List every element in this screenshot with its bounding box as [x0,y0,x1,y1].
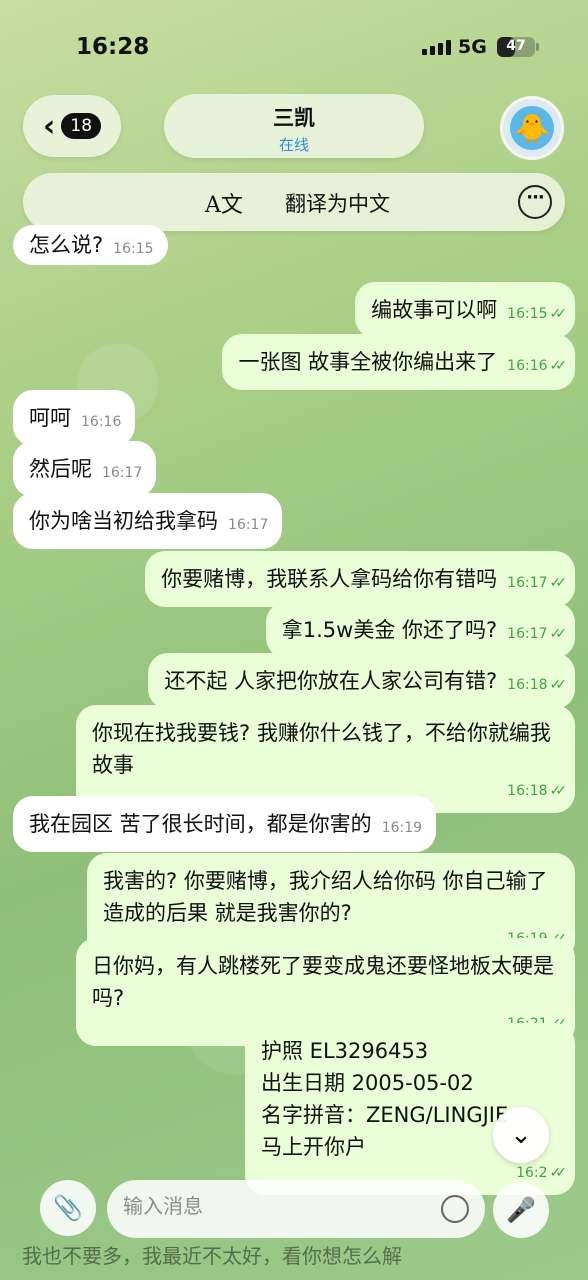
message-outgoing[interactable]: 拿1.5w美金 你还了吗? 16:17 ✓✓ [265,602,575,658]
sticker-icon[interactable] [441,1195,469,1223]
message-text: 你现在找我要钱? 我赚你什么钱了，不给你就编我故事 [92,721,551,777]
message-text: 我害的? 你要赌博，我介绍人给你码 你自己输了造成的后果 就是我害你的? [103,869,548,925]
message-time: 16:19 [381,820,423,836]
message-time: 16:16 [81,414,122,430]
read-checkmarks-icon: ✓✓ [549,575,568,591]
paperclip-icon[interactable]: 📎 [40,1180,96,1236]
message-incoming[interactable]: 你为啥当初给我拿码 16:17 [13,493,283,549]
message-text: 编故事可以啊 [371,298,498,322]
message-text: 然后呢 [29,457,92,481]
message-text: 我在园区 苦了很长时间，都是你害的 [29,812,372,836]
message-text: 拿1.5w美金 你还了吗? [281,618,498,642]
message-outgoing[interactable]: 编故事可以啊 16:15 ✓✓ [355,282,575,338]
message-input[interactable] [123,1194,423,1218]
chat-title[interactable]: 三凯 在线 [164,94,424,158]
message-time: 16:18 [507,783,548,799]
draft-preview: 我也不要多，我最近不太好，看你想怎么解 [22,1244,402,1268]
message-time: 16:16 [507,358,548,374]
message-input-container[interactable] [107,1180,485,1238]
message-incoming[interactable]: 然后呢 16:17 [13,441,157,497]
message-line: 护照 EL3296453 [261,1039,429,1063]
clock: 16:28 [76,34,150,60]
microphone-icon[interactable]: 🎤 [493,1182,549,1238]
translate-label: 翻译为中文 [285,192,390,216]
message-text: 呵呵 [29,406,71,430]
read-checkmarks-icon: ✓✓ [549,677,568,693]
read-checkmarks-icon: ✓✓ [549,783,568,799]
contact-name: 三凯 [273,106,315,130]
battery-tip [536,43,539,51]
message-outgoing[interactable]: 还不起 人家把你放在人家公司有错? 16:18 ✓✓ [148,653,575,709]
message-incoming[interactable]: 怎么说? 16:15 [13,225,168,265]
read-checkmarks-icon: ✓✓ [549,626,568,642]
chevron-left-icon: ‹ [43,108,56,144]
message-outgoing[interactable]: 你要赌博，我联系人拿码给你有错吗 16:17 ✓✓ [145,551,575,607]
contact-status: 在线 [278,136,309,154]
chevron-down-icon[interactable]: ⌄ [493,1107,549,1163]
message-time: 16:18 [507,677,548,693]
read-checkmarks-icon: ✓✓ [549,1165,568,1181]
message-text: 你要赌博，我联系人拿码给你有错吗 [161,567,498,591]
battery-level: 47 [506,38,526,54]
duck-avatar-icon: 🐥 [510,106,554,150]
unread-count-badge: 18 [61,113,102,139]
read-checkmarks-icon: ✓✓ [549,358,568,374]
status-bar: 16:28 5G 47 [0,0,588,90]
battery-icon: 47 [497,37,535,57]
message-text: 怎么说? [29,233,104,257]
message-text: 你为啥当初给我拿码 [29,509,218,533]
message-text: 日你妈，有人跳楼死了要变成鬼还要怪地板太硬是吗? [92,954,554,1010]
message-time: 16:15 [507,306,548,322]
message-time: 16:17 [102,465,143,481]
message-time: 16:15 [113,241,154,257]
message-time: 16:17 [507,575,548,591]
message-line: 出生日期 2005-05-02 [261,1071,474,1095]
message-text: 一张图 故事全被你编出来了 [238,350,498,374]
message-outgoing[interactable]: 一张图 故事全被你编出来了 16:16 ✓✓ [222,334,575,390]
message-time: 16:17 [507,626,548,642]
message-time: 16:2 [516,1165,548,1181]
message-incoming[interactable]: 我在园区 苦了很长时间，都是你害的 16:19 [13,796,437,852]
network-type: 5G [458,36,487,58]
read-checkmarks-icon: ✓✓ [549,306,568,322]
translate-bar[interactable]: A文 翻译为中文 ··· [23,173,565,231]
avatar[interactable]: 🐥 [500,96,564,160]
message-time: 16:17 [228,517,269,533]
back-button[interactable]: ‹ 18 [23,95,121,157]
message-text: 还不起 人家把你放在人家公司有错? [164,669,498,693]
translate-icon: A文 [205,193,243,218]
signal-icon [422,40,451,55]
message-incoming[interactable]: 呵呵 16:16 [13,390,136,446]
ellipsis-icon[interactable]: ··· [518,185,552,219]
